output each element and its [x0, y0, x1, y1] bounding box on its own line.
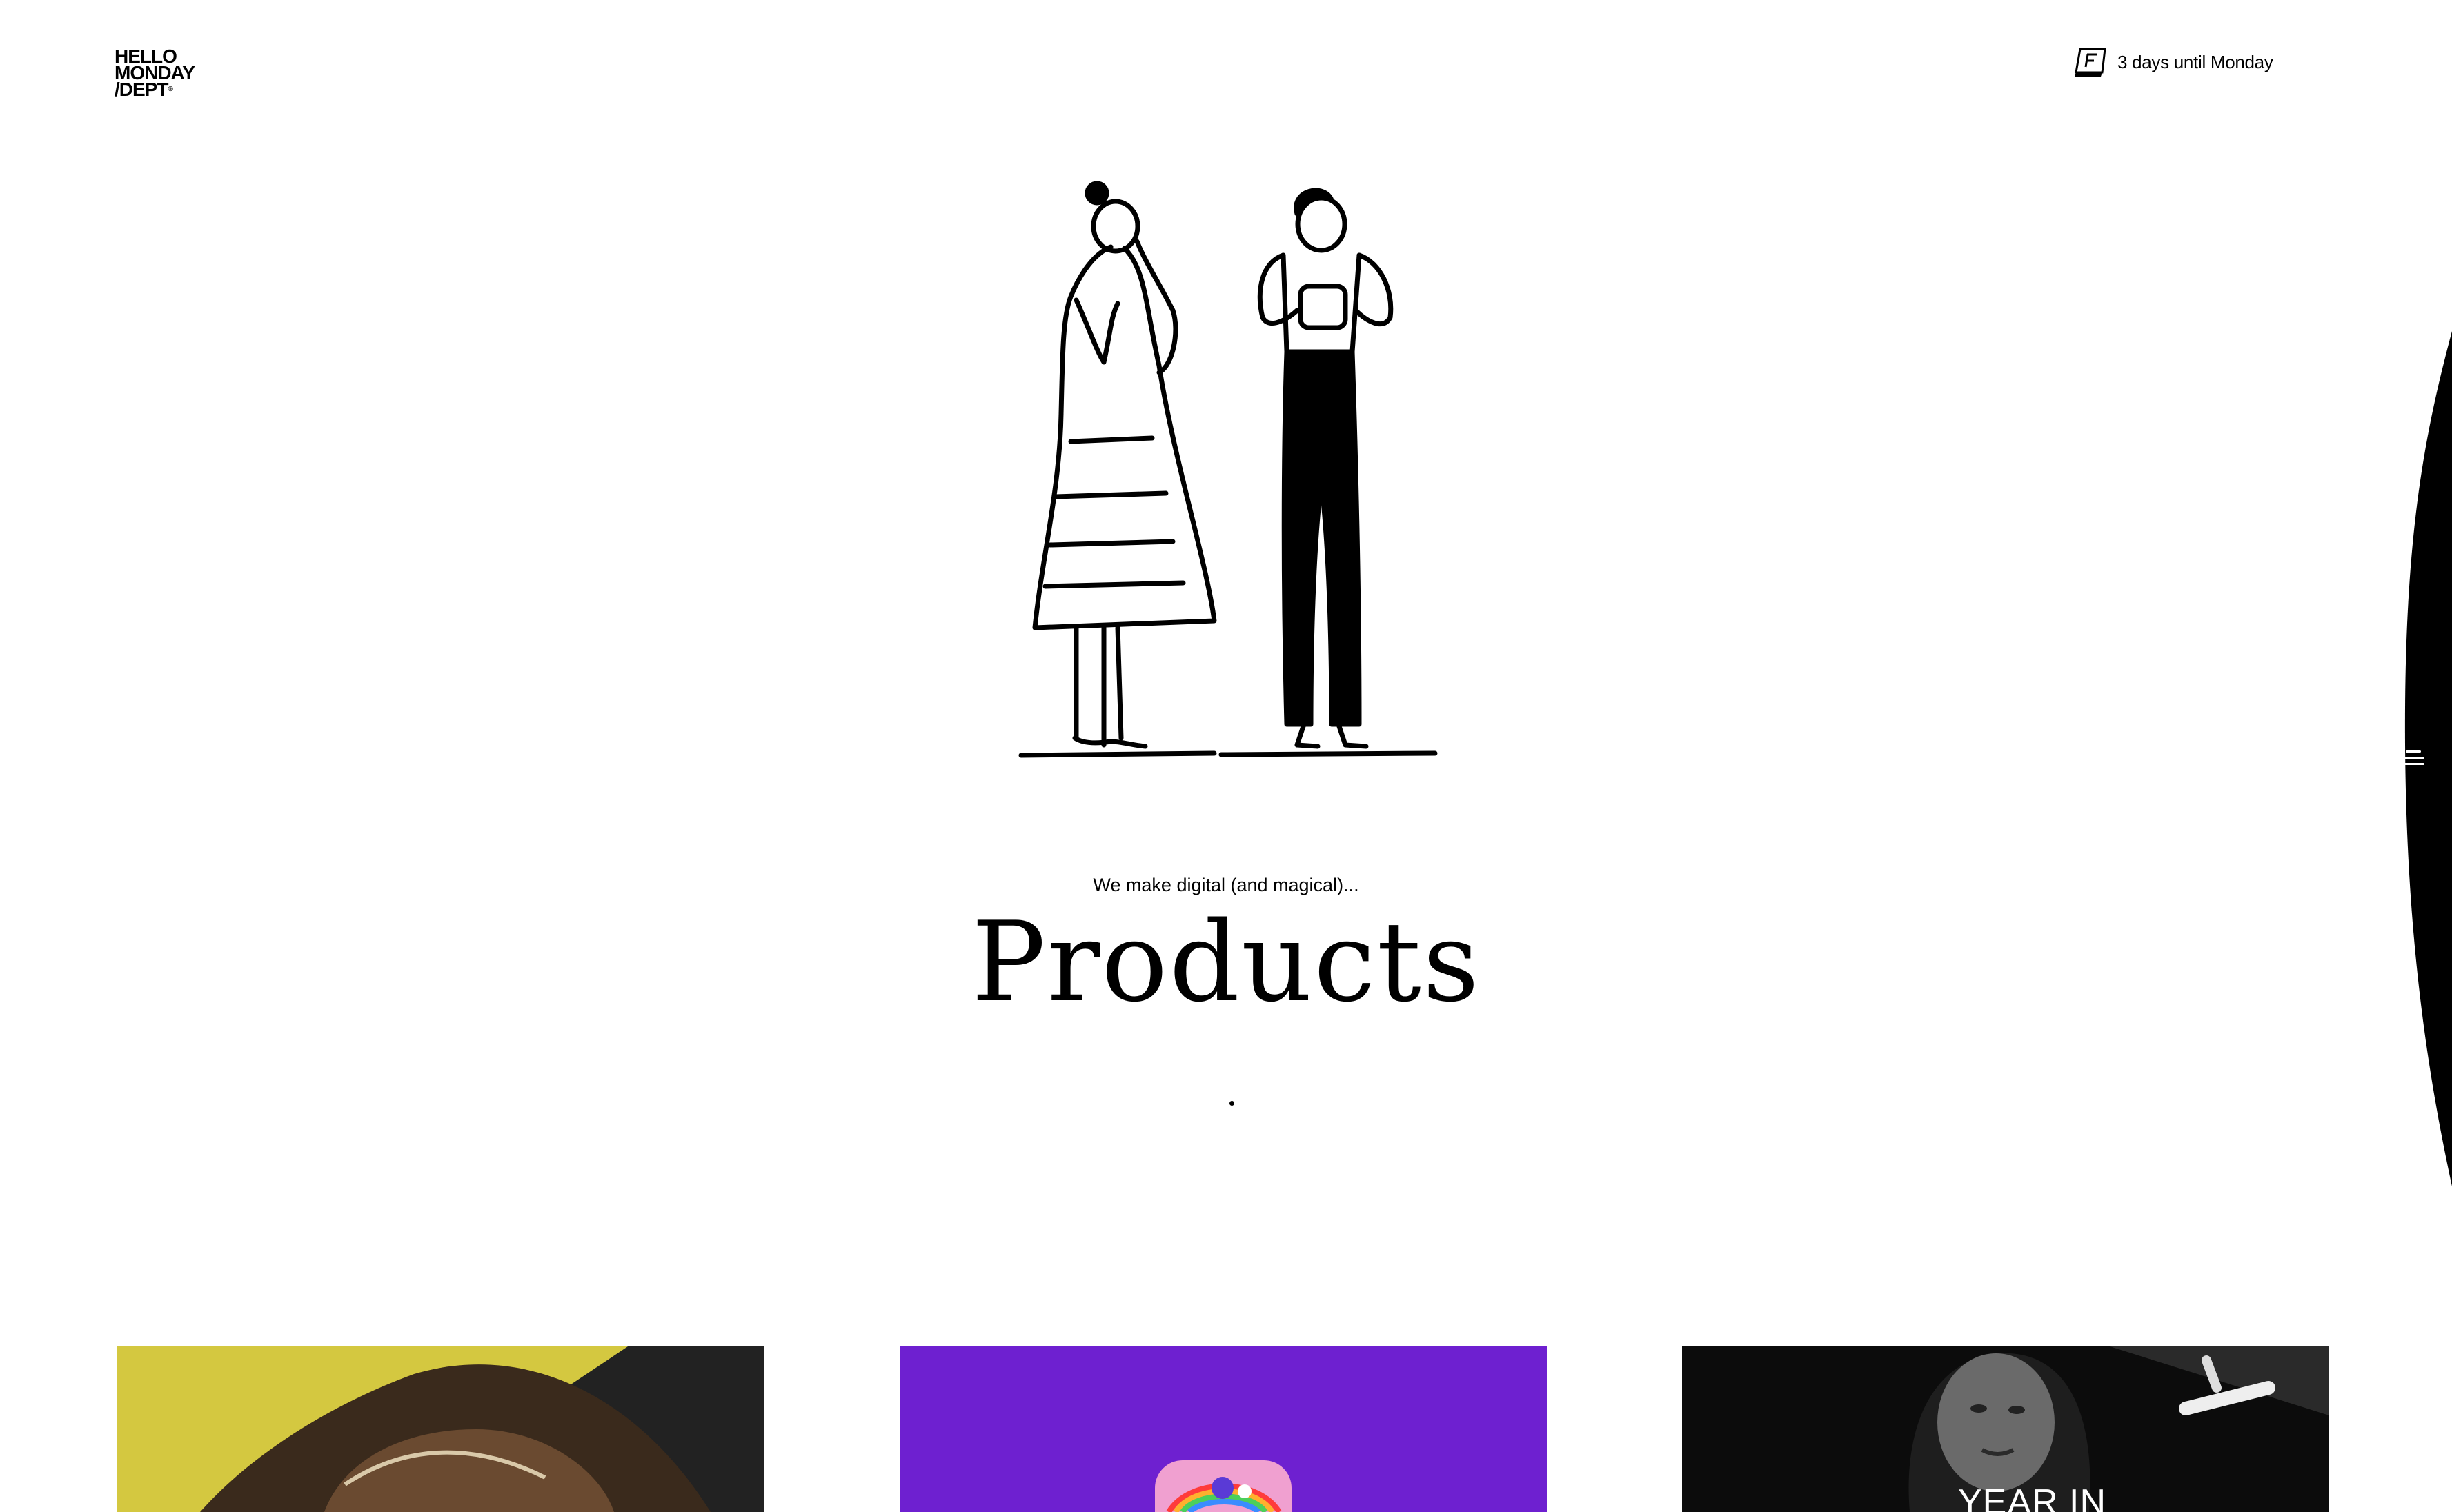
calendar-icon: [2075, 48, 2106, 77]
product-card-1[interactable]: [117, 1346, 764, 1512]
brand-logo[interactable]: HELLO MONDAY /DEPT®: [115, 47, 195, 100]
hero-eyebrow: We make digital (and magical)...: [1093, 875, 1359, 895]
countdown[interactable]: 3 days until Monday: [2073, 44, 2273, 80]
card-caption: YEAR IN: [1958, 1482, 2107, 1512]
scroll-indicator: [1229, 1101, 1234, 1106]
portrait-photo: [200, 1346, 764, 1512]
page-title: Products: [971, 897, 1481, 1026]
product-card-3[interactable]: YEAR IN: [1682, 1346, 2329, 1512]
hamburger-icon[interactable]: [2400, 744, 2427, 771]
countdown-text: 3 days until Monday: [2117, 51, 2273, 72]
product-card-2[interactable]: [900, 1346, 1547, 1512]
logo-line-3: /DEPT®: [115, 79, 173, 100]
two-people-illustration: [1018, 181, 1438, 758]
rainbow-app-icon: [1155, 1460, 1292, 1512]
